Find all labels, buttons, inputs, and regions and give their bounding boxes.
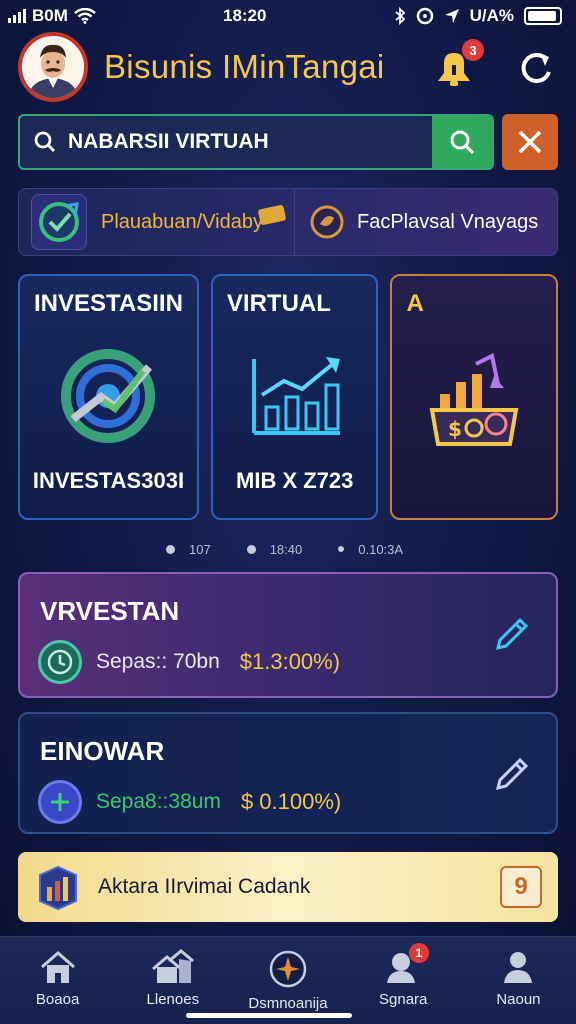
promo-text: Aktara IIrvimai Cadank: [98, 875, 311, 898]
pager-dot: [246, 544, 256, 554]
edit-button[interactable]: [490, 752, 534, 796]
investment-detail: Sepas:: 70bn $1.3:00%): [38, 640, 340, 684]
check-badge-icon: [39, 202, 79, 242]
bar-chart-growth-icon: [251, 357, 340, 435]
investment-subtitle: Sepa8::38um: [96, 790, 221, 813]
houses-icon: [151, 949, 194, 983]
nav-item-support[interactable]: 1 Sgnara: [346, 937, 461, 1024]
card-art: [213, 336, 377, 456]
pager-label: 0.10:3A: [358, 541, 404, 557]
status-bar: B0M 18:20 U/A%: [0, 0, 576, 32]
filter-row: Plauabuan/Vidaby FacPlavsal Vnayags: [18, 188, 558, 256]
search-input[interactable]: NABARSII VIRTUAH: [18, 114, 494, 170]
pager-dot: [338, 546, 345, 552]
promo-action-icon[interactable]: 9: [500, 866, 542, 908]
coupon-icon: [258, 205, 286, 225]
filter-primary-label: Plauabuan/Vidaby: [101, 210, 263, 233]
profile-icon: [504, 952, 533, 983]
investment-item[interactable]: VRVESTAN Sepas:: 70bn $1.3:00%): [18, 572, 558, 698]
investment-item[interactable]: EINOWAR Sepa8::38um $ 0.100%): [18, 712, 558, 834]
money-box-icon: $: [429, 353, 519, 446]
target-check-icon: [61, 349, 156, 443]
svg-text:$: $: [448, 417, 462, 441]
pager-item[interactable]: 107: [166, 542, 211, 557]
filter-primary[interactable]: Plauabuan/Vidaby: [19, 189, 295, 255]
avatar[interactable]: [18, 32, 88, 102]
card-footer: INVESTAS303I: [32, 468, 185, 493]
carousel-pager: 107 18:40 0.10:3A: [166, 540, 403, 558]
promo-banner[interactable]: Aktara IIrvimai Cadank 9: [18, 852, 558, 922]
card-investasi[interactable]: INVESTASIIN INVESTAS303I: [18, 274, 199, 520]
avatar-portrait-icon: [23, 37, 83, 98]
nav-item-home[interactable]: Boaoa: [0, 937, 115, 1024]
nav-label: Llenoes: [146, 991, 200, 1008]
notification-badge: 3: [462, 39, 484, 61]
refresh-button[interactable]: [514, 45, 558, 89]
investment-value: $ 0.100%): [240, 789, 342, 814]
investment-title: VRVESTAN: [40, 596, 180, 626]
card-art: $: [392, 336, 556, 456]
card-title: INVESTASIIN: [34, 290, 183, 317]
app-header: Bisunis IMinTangai 3: [18, 32, 558, 102]
category-cards: INVESTASIIN INVESTAS303I VIRTUAL MIB X Z…: [18, 274, 559, 520]
badge-icon: [310, 205, 344, 239]
bluetooth-icon: [394, 7, 405, 25]
chart-cube-icon: [39, 865, 77, 911]
alarm-icon: [416, 7, 433, 25]
battery-icon: [523, 7, 562, 25]
nav-label: Boaoa: [35, 991, 80, 1008]
nav-item-discover[interactable]: Dsmnoanija: [230, 937, 345, 1024]
card-virtual[interactable]: VIRTUAL MIB X Z723: [210, 274, 379, 520]
status-time: 18:20: [223, 6, 267, 25]
search-icon: [34, 131, 56, 153]
investment-title: EINOWAR: [40, 736, 165, 766]
card-footer: MIB X Z723: [236, 468, 354, 493]
nav-item-profile[interactable]: Naoun: [461, 937, 576, 1024]
card-title: VIRTUAL: [226, 290, 331, 317]
nav-item-listings[interactable]: Llenoes: [115, 937, 230, 1024]
nav-label: Naoun: [496, 991, 541, 1008]
clock-icon: [38, 640, 82, 684]
clear-search-button[interactable]: [502, 114, 558, 170]
app-title: Bisunis IMinTangai: [104, 48, 385, 85]
investment-subtitle: Sepas:: 70bn: [96, 650, 220, 673]
search-submit-button[interactable]: [432, 116, 492, 168]
card-title: A: [406, 290, 424, 317]
nav-badge: 1: [408, 943, 429, 963]
search-row: NABARSII VIRTUAH: [18, 114, 558, 170]
home-icon: [40, 951, 75, 983]
signal-icon: [8, 9, 26, 23]
nav-label: Sgnara: [379, 991, 428, 1008]
investment-detail: Sepa8::38um $ 0.100%): [38, 780, 341, 824]
nav-label: Dsmnoanija: [248, 995, 328, 1012]
pencil-icon: [495, 757, 529, 791]
search-icon: [450, 130, 475, 155]
pencil-icon: [495, 617, 529, 651]
pager-dot: [166, 544, 175, 554]
battery-percent: U/A%: [469, 6, 514, 25]
pager-item[interactable]: 18:40: [246, 541, 303, 557]
plus-circle-icon: [38, 780, 82, 824]
search-value: NABARSII VIRTUAH: [68, 130, 269, 153]
investment-value: $1.3:00%): [239, 649, 341, 674]
edit-button[interactable]: [490, 612, 534, 656]
bottom-nav: Boaoa Llenoes Dsmnoanija 1 Sgnara Naoun: [0, 936, 576, 1024]
notifications-button[interactable]: 3: [430, 39, 484, 91]
card-art: [20, 336, 197, 456]
pager-label: 18:40: [269, 541, 303, 557]
location-icon: [444, 9, 459, 23]
refresh-icon: [521, 53, 551, 83]
compass-icon: [269, 950, 307, 988]
card-a[interactable]: A $: [390, 274, 559, 520]
home-indicator: [186, 1013, 352, 1018]
pager-item[interactable]: 0.10:3A: [338, 542, 403, 557]
close-icon: [518, 130, 542, 154]
filter-secondary[interactable]: FacPlavsal Vnayags: [295, 204, 557, 240]
carrier-label: B0M: [32, 6, 68, 25]
filter-primary-icon-box: [31, 194, 87, 250]
wifi-icon: [74, 8, 96, 24]
filter-secondary-label: FacPlavsal Vnayags: [357, 210, 539, 233]
pager-label: 107: [189, 541, 211, 557]
